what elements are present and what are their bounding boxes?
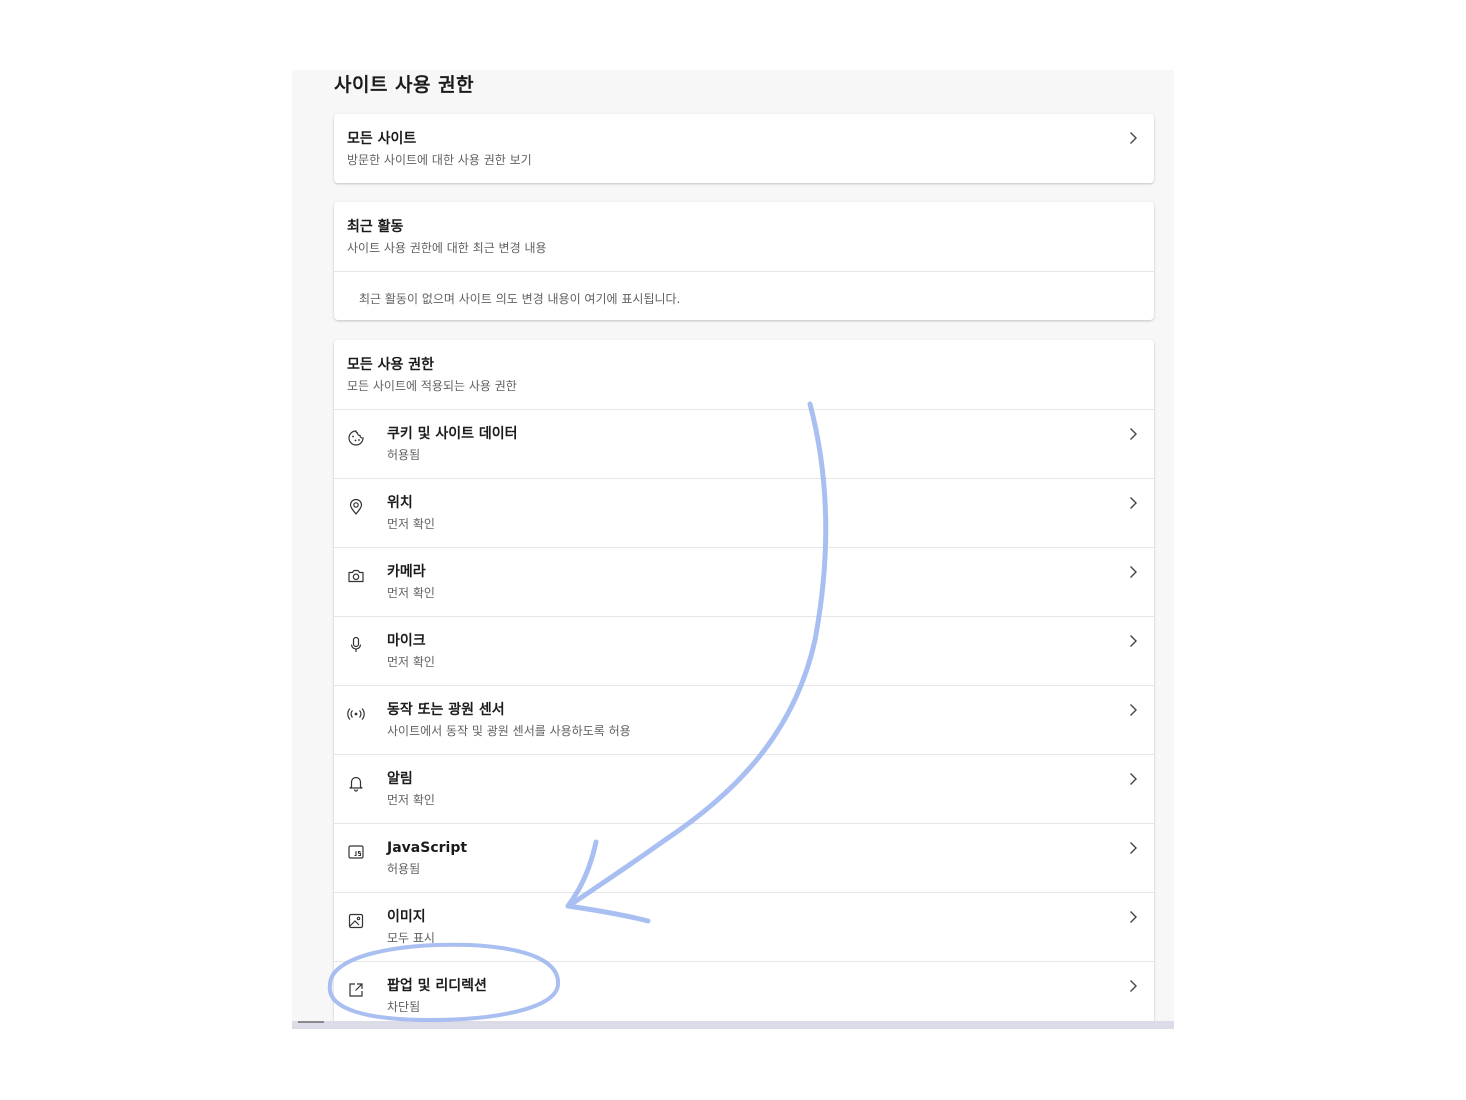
permission-label: 위치 — [387, 495, 413, 511]
tab-stub — [298, 1021, 324, 1023]
permission-status: 허용됨 — [387, 862, 421, 876]
image-icon — [347, 912, 365, 930]
permission-row-camera[interactable]: 카메라 먼저 확인 — [334, 547, 1154, 616]
permission-status: 모두 표시 — [387, 931, 435, 945]
all-permissions-title: 모든 사용 권한 — [347, 357, 435, 373]
chevron-right-icon — [1126, 565, 1140, 579]
javascript-icon — [347, 843, 365, 861]
bottom-strip — [292, 1021, 1174, 1029]
permission-row-popups-redirects[interactable]: 팝업 및 리디렉션 차단됨 — [334, 961, 1154, 1029]
permission-label: 쿠키 및 사이트 데이터 — [387, 426, 518, 442]
permission-label: 팝업 및 리디렉션 — [387, 978, 487, 994]
all-sites-card[interactable]: 모든 사이트 방문한 사이트에 대한 사용 권한 보기 — [334, 114, 1154, 183]
permission-label: 마이크 — [387, 633, 426, 649]
chevron-right-icon — [1126, 772, 1140, 786]
permission-row-javascript[interactable]: JavaScript 허용됨 — [334, 823, 1154, 892]
all-sites-subtitle: 방문한 사이트에 대한 사용 권한 보기 — [347, 153, 532, 167]
location-pin-icon — [347, 498, 365, 516]
permission-row-location[interactable]: 위치 먼저 확인 — [334, 478, 1154, 547]
page-title: 사이트 사용 권한 — [334, 74, 475, 96]
chevron-right-icon — [1126, 910, 1140, 924]
permission-label: 알림 — [387, 771, 413, 787]
permission-status: 먼저 확인 — [387, 655, 435, 669]
microphone-icon — [347, 636, 365, 654]
all-permissions-card: 모든 사용 권한 모든 사이트에 적용되는 사용 권한 쿠키 및 사이트 데이터… — [334, 340, 1154, 1029]
recent-activity-subtitle: 사이트 사용 권한에 대한 최근 변경 내용 — [347, 241, 547, 255]
permission-row-images[interactable]: 이미지 모두 표시 — [334, 892, 1154, 961]
permission-status: 사이트에서 동작 및 광원 센서를 사용하도록 허용 — [387, 724, 631, 738]
chevron-right-icon — [1126, 131, 1140, 145]
chevron-right-icon — [1126, 634, 1140, 648]
chevron-right-icon — [1126, 841, 1140, 855]
permission-label: 동작 또는 광원 센서 — [387, 702, 505, 718]
permission-status: 먼저 확인 — [387, 793, 435, 807]
chevron-right-icon — [1126, 703, 1140, 717]
chevron-right-icon — [1126, 979, 1140, 993]
permission-row-notifications[interactable]: 알림 먼저 확인 — [334, 754, 1154, 823]
recent-activity-card: 최근 활동 사이트 사용 권한에 대한 최근 변경 내용 최근 활동이 없으며 … — [334, 202, 1154, 320]
camera-icon — [347, 567, 365, 585]
all-permissions-subtitle: 모든 사이트에 적용되는 사용 권한 — [347, 379, 517, 393]
bell-icon — [347, 774, 365, 792]
settings-page: 사이트 사용 권한 모든 사이트 방문한 사이트에 대한 사용 권한 보기 최근… — [292, 70, 1174, 1029]
permission-status: 먼저 확인 — [387, 586, 435, 600]
popup-redirect-icon — [347, 981, 365, 999]
permission-row-motion-sensors[interactable]: 동작 또는 광원 센서 사이트에서 동작 및 광원 센서를 사용하도록 허용 — [334, 685, 1154, 754]
all-sites-title: 모든 사이트 — [347, 131, 417, 147]
permission-status: 차단됨 — [387, 1000, 421, 1014]
chevron-right-icon — [1126, 427, 1140, 441]
permission-label: 카메라 — [387, 564, 426, 580]
recent-activity-empty-message: 최근 활동이 없으며 사이트 의도 변경 내용이 여기에 표시됩니다. — [359, 292, 681, 306]
chevron-right-icon — [1126, 496, 1140, 510]
permission-label: 이미지 — [387, 909, 426, 925]
permission-row-microphone[interactable]: 마이크 먼저 확인 — [334, 616, 1154, 685]
permission-label: JavaScript — [387, 840, 468, 856]
permission-status: 먼저 확인 — [387, 517, 435, 531]
permission-status: 허용됨 — [387, 448, 421, 462]
cookie-icon — [347, 429, 365, 447]
permission-row-cookies[interactable]: 쿠키 및 사이트 데이터 허용됨 — [334, 409, 1154, 478]
motion-sensor-icon — [347, 705, 365, 723]
recent-activity-title: 최근 활동 — [347, 219, 404, 235]
